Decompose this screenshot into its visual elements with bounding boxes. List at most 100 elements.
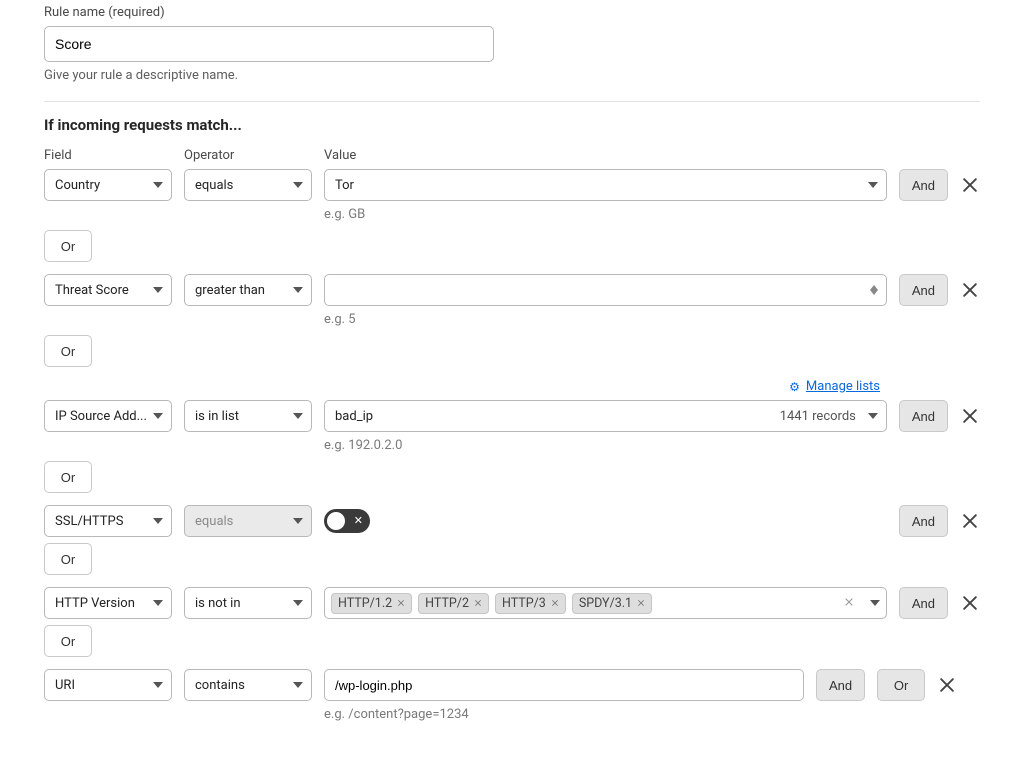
chevron-down-icon (293, 287, 303, 293)
and-button[interactable]: And (899, 505, 948, 537)
chevron-down-icon (870, 600, 880, 606)
field-select[interactable]: HTTP Version (44, 587, 172, 619)
close-icon (940, 678, 954, 692)
operator-select-text: is in list (195, 409, 239, 424)
chevron-down-icon (153, 182, 163, 188)
tag-label: HTTP/1.2 (338, 596, 392, 611)
tag: HTTP/3 (495, 593, 566, 614)
and-button[interactable]: And (899, 274, 948, 306)
chevron-down-icon (293, 413, 303, 419)
value-list-count: 1441 records (780, 409, 856, 424)
close-icon (963, 178, 977, 192)
field-select[interactable]: Country (44, 169, 172, 201)
and-button[interactable]: And (899, 169, 948, 201)
rule-row: IP Source Add... is in list bad_ip 1441 … (44, 400, 980, 432)
value-example: e.g. 192.0.2.0 (324, 438, 980, 453)
tag-remove[interactable] (637, 597, 645, 610)
chevron-down-icon (153, 287, 163, 293)
tag: HTTP/1.2 (331, 593, 412, 614)
and-button[interactable]: And (816, 669, 865, 701)
or-separator-row: Or (44, 461, 980, 493)
operator-select[interactable]: greater than (184, 274, 312, 306)
and-button[interactable]: And (899, 587, 948, 619)
number-stepper[interactable] (870, 285, 878, 295)
operator-select[interactable]: contains (184, 669, 312, 701)
rule-name-input[interactable] (44, 26, 494, 62)
section-heading: If incoming requests match... (44, 116, 980, 134)
tag: SPDY/3.1 (572, 593, 652, 614)
rule-name-label: Rule name (required) (44, 5, 980, 20)
operator-select: equals (184, 505, 312, 537)
value-example: e.g. 5 (324, 312, 980, 327)
or-button[interactable]: Or (877, 669, 925, 701)
or-separator-row: Or (44, 625, 980, 657)
tag-label: HTTP/3 (502, 596, 546, 611)
col-field: Field (44, 148, 172, 163)
tag-remove[interactable] (397, 597, 405, 610)
or-separator-row: Or (44, 335, 980, 367)
remove-rule-button[interactable] (960, 593, 980, 613)
close-icon (963, 409, 977, 423)
chevron-down-icon (153, 682, 163, 688)
chevron-down-icon (293, 182, 303, 188)
rule-row: HTTP Version is not in HTTP/1.2 HTTP/2 H… (44, 587, 980, 619)
chevron-down-icon (868, 413, 878, 419)
chevron-down-icon (293, 518, 303, 524)
remove-rule-button[interactable] (960, 511, 980, 531)
stepper-down-icon (870, 290, 878, 295)
manage-lists-link[interactable]: Manage lists (806, 379, 880, 394)
tag-label: HTTP/2 (425, 596, 469, 611)
col-operator: Operator (184, 148, 312, 163)
operator-select[interactable]: is in list (184, 400, 312, 432)
field-select-text: URI (55, 678, 75, 693)
operator-select[interactable]: equals (184, 169, 312, 201)
column-headers: Field Operator Value (44, 148, 980, 163)
or-separator-button[interactable]: Or (44, 461, 92, 493)
tag: HTTP/2 (418, 593, 489, 614)
manage-lists-row: ⚙ Manage lists (44, 379, 980, 394)
field-select[interactable]: SSL/HTTPS (44, 505, 172, 537)
close-icon (963, 514, 977, 528)
rule-row: Threat Score greater than And (44, 274, 980, 306)
operator-select-text: is not in (195, 596, 241, 611)
section-divider (44, 101, 980, 102)
field-select[interactable]: URI (44, 669, 172, 701)
value-list-select[interactable]: bad_ip 1441 records (324, 400, 887, 432)
col-value: Value (324, 148, 980, 163)
rule-row: Country equals Tor And (44, 169, 980, 201)
remove-rule-button[interactable] (960, 406, 980, 426)
tags-clear[interactable] (844, 595, 854, 611)
toggle-off-icon: ✕ (354, 513, 363, 529)
operator-select-text: equals (195, 178, 233, 193)
rule-row: SSL/HTTPS equals ✕ And (44, 505, 980, 537)
chevron-down-icon (153, 600, 163, 606)
tag-remove[interactable] (474, 597, 482, 610)
close-icon (963, 283, 977, 297)
remove-rule-button[interactable] (960, 175, 980, 195)
value-text-input[interactable] (324, 669, 804, 701)
chevron-down-icon (153, 413, 163, 419)
or-separator-button[interactable]: Or (44, 543, 92, 575)
remove-rule-button[interactable] (937, 675, 957, 695)
remove-rule-button[interactable] (960, 280, 980, 300)
field-select-text: Threat Score (55, 283, 129, 298)
or-separator-button[interactable]: Or (44, 230, 92, 262)
chevron-down-icon (293, 682, 303, 688)
value-number-input[interactable] (324, 274, 887, 306)
gear-icon: ⚙ (789, 380, 800, 394)
tag-remove[interactable] (551, 597, 559, 610)
chevron-down-icon (868, 182, 878, 188)
tag-label: SPDY/3.1 (579, 596, 632, 611)
field-select-text: SSL/HTTPS (55, 514, 123, 529)
field-select[interactable]: IP Source Add... (44, 400, 172, 432)
value-tags-input[interactable]: HTTP/1.2 HTTP/2 HTTP/3 SPDY/3.1 (324, 587, 887, 619)
value-select[interactable]: Tor (324, 169, 887, 201)
or-separator-button[interactable]: Or (44, 625, 92, 657)
field-select[interactable]: Threat Score (44, 274, 172, 306)
value-toggle[interactable]: ✕ (324, 509, 370, 533)
operator-select[interactable]: is not in (184, 587, 312, 619)
or-separator-row: Or (44, 230, 980, 262)
or-separator-button[interactable]: Or (44, 335, 92, 367)
and-button[interactable]: And (899, 400, 948, 432)
close-icon (963, 596, 977, 610)
